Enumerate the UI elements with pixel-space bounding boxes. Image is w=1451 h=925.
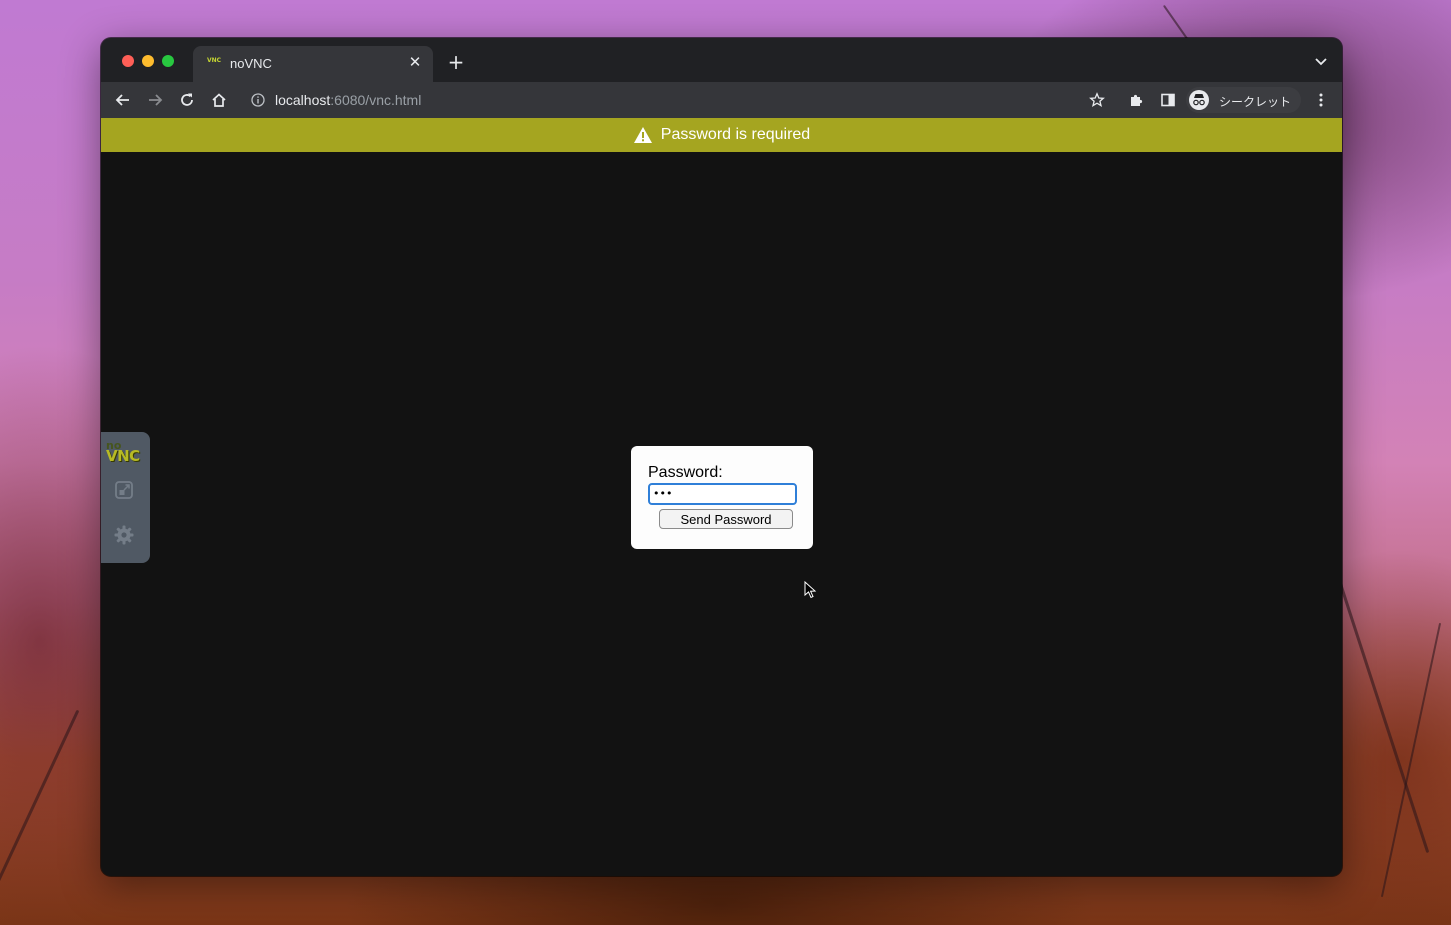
settings-gear-icon[interactable] [113,524,135,546]
home-button[interactable] [207,88,231,112]
browser-toolbar: localhost:6080/vnc.html シークレット [101,82,1342,118]
extensions-button[interactable] [1124,88,1148,112]
status-message: Password is required [660,126,811,143]
bookmark-button[interactable] [1085,88,1109,112]
novnc-control-bar[interactable]: no VNC [101,432,150,563]
browser-window: VNC noVNC ✕ + localhost:6080/vnc.html シー… [101,38,1342,876]
forward-arrow-icon [149,94,163,106]
mouse-cursor-icon [804,581,817,599]
back-button[interactable] [111,88,135,112]
browser-menu-button[interactable] [1309,88,1333,112]
profile-label: シークレット [1219,95,1292,109]
tab-close-icon[interactable]: ✕ [407,54,423,70]
wallpaper-grass [1380,622,1442,898]
close-window-button[interactable] [122,55,134,67]
novnc-page: Password is required no VNC Password: ••… [101,118,1342,876]
tab-strip: VNC noVNC ✕ + [101,38,1342,82]
puzzle-icon [1131,94,1143,106]
reload-icon [181,93,193,106]
logo-vnc: VNC [106,447,140,465]
novnc-logo: no VNC [106,440,144,464]
incognito-icon [1189,90,1209,110]
tab-title: noVNC [230,56,272,71]
info-icon[interactable] [251,93,265,107]
forward-button[interactable] [143,88,167,112]
home-icon [212,93,226,107]
credentials-dialog: Password: ••• Send Password [631,446,813,549]
password-label: Password: [648,464,723,481]
fullscreen-icon[interactable] [113,479,135,501]
incognito-profile-button[interactable]: シークレット [1186,87,1301,113]
tab-search-chevron-icon[interactable] [1314,54,1328,68]
url-path: :6080/vnc.html [330,92,422,108]
minimize-window-button[interactable] [142,55,154,67]
kebab-menu-icon [1319,93,1323,107]
status-banner: Password is required [101,118,1342,152]
send-password-button[interactable]: Send Password [659,509,793,529]
reload-button[interactable] [175,88,199,112]
side-panel-icon [1161,93,1175,107]
url-text: localhost:6080/vnc.html [275,92,421,108]
star-icon [1089,92,1105,107]
tab-novnc[interactable]: VNC noVNC ✕ [193,46,433,82]
password-input[interactable]: ••• [648,483,797,505]
side-panel-button[interactable] [1156,88,1180,112]
new-tab-button[interactable]: + [446,52,466,72]
wallpaper-grass [1333,566,1430,854]
zoom-window-button[interactable] [162,55,174,67]
warning-icon [633,127,652,143]
url-host: localhost [275,92,331,108]
back-arrow-icon [115,94,129,106]
address-bar[interactable]: localhost:6080/vnc.html [243,86,1083,114]
novnc-favicon-icon: VNC [207,57,222,64]
wallpaper-grass [0,709,80,911]
